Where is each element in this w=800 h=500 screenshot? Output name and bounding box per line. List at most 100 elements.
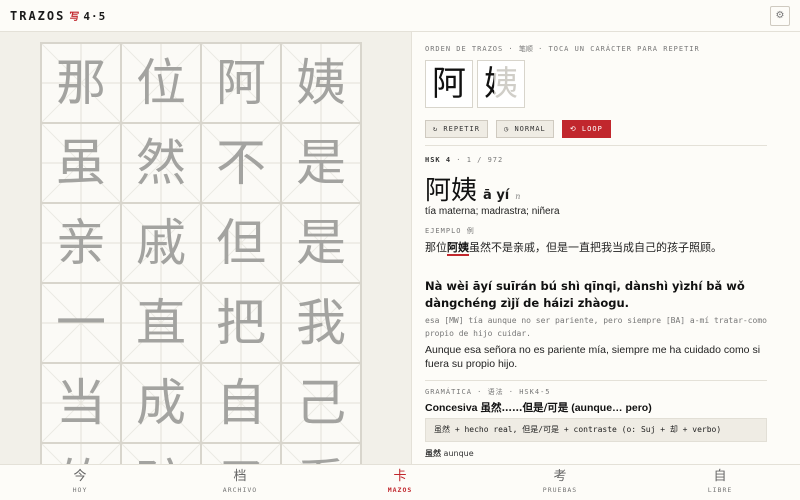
grid-character: 姨 bbox=[296, 54, 346, 112]
archive-icon: 档 bbox=[233, 469, 247, 484]
gear-icon: ⚙ bbox=[775, 10, 785, 21]
example-zh-after: 虽然不是亲戚，但是一直把我当成自己的孩子照顾。 bbox=[469, 241, 722, 254]
stroke-order-header: ORDEN DE TRAZOS · 笔顺 · TOCA UN CARÁCTER … bbox=[425, 44, 700, 54]
grid-cell[interactable]: 虽 bbox=[41, 123, 121, 203]
stroke-tile-char: 阿 bbox=[432, 64, 466, 104]
example-highlight: 阿姨 bbox=[447, 241, 469, 256]
speed-normal-button[interactable]: ◷ NORMAL bbox=[496, 120, 554, 138]
example-label-zh: 例 bbox=[466, 227, 475, 235]
grid-character: 我 bbox=[296, 294, 346, 352]
today-icon: 今 bbox=[73, 469, 87, 484]
grid-cell[interactable]: 直 bbox=[121, 283, 201, 363]
part-of-speech: n bbox=[515, 192, 521, 201]
grid-cell[interactable]: 自 bbox=[201, 363, 281, 443]
grid-character: 然 bbox=[136, 134, 186, 192]
grid-character: 当 bbox=[56, 374, 106, 432]
grammar-title-paren: (aunque… pero) bbox=[571, 402, 652, 414]
decks-icon: 卡 bbox=[393, 469, 407, 484]
grid-cell[interactable]: 是 bbox=[281, 123, 361, 203]
nav-item-mazos[interactable]: 卡 MAZOS bbox=[360, 469, 440, 494]
grammar-label: GRAMÁTICA · 语法 · HSK4-5 bbox=[425, 388, 551, 396]
grid-cell[interactable]: 阿 bbox=[201, 43, 281, 123]
grid-cell[interactable]: 不 bbox=[201, 123, 281, 203]
grid-character: 把 bbox=[216, 294, 266, 352]
brand-mark: 写 bbox=[69, 12, 80, 23]
grid-cell[interactable]: 亲 bbox=[41, 203, 121, 283]
grid-character: 戚 bbox=[136, 214, 186, 272]
grid-character: 不 bbox=[216, 134, 266, 192]
settings-button[interactable]: ⚙ bbox=[770, 6, 790, 26]
hsk-level: HSK 4 bbox=[425, 156, 452, 164]
character-grid: 那 位 阿 姨 虽 然 不 是 亲 戚 但 是 一 直 把 我 当 成 自 己 … bbox=[40, 42, 362, 464]
grid-cell[interactable]: 看 bbox=[281, 443, 361, 464]
word-hanzi: 阿姨 bbox=[425, 176, 478, 206]
grid-cell[interactable]: 我 bbox=[281, 283, 361, 363]
word-detail-panel: ORDEN DE TRAZOS · 笔顺 · TOCA UN CARÁCTER … bbox=[411, 32, 800, 464]
example-pinyin: Nà wèi āyí suīrán bú shì qīnqi, dànshì y… bbox=[425, 279, 745, 310]
app-brand: TRAZOS 写 4·5 bbox=[10, 8, 106, 23]
grammar-title-es: Concesiva bbox=[425, 402, 478, 414]
grid-cell[interactable]: 成 bbox=[121, 363, 201, 443]
grid-cell[interactable]: 孩 bbox=[121, 443, 201, 464]
grid-cell[interactable]: 戚 bbox=[121, 203, 201, 283]
example-label-text: EJEMPLO bbox=[425, 227, 462, 235]
tests-icon: 考 bbox=[553, 469, 567, 484]
example-gloss: esa [MW] tía aunque no ser pariente, per… bbox=[425, 316, 767, 338]
grid-cell[interactable]: 那 bbox=[41, 43, 121, 123]
divider bbox=[425, 380, 767, 381]
grid-cell[interactable]: 的 bbox=[41, 443, 121, 464]
nav-label: LIBRE bbox=[707, 486, 733, 494]
word-meaning: tía materna; madrastra; niñera bbox=[425, 206, 560, 217]
example-zh-before: 那位 bbox=[425, 241, 447, 254]
nav-item-hoy[interactable]: 今 HOY bbox=[40, 469, 120, 494]
stroke-header-zh: 笔顺 bbox=[518, 45, 533, 53]
top-bar: TRAZOS 写 4·5 ⚙ bbox=[0, 0, 800, 32]
grammar-formula: 虽然 + hecho real, 但是/可是 + contraste (o: S… bbox=[425, 418, 767, 442]
example-sentence-zh: 那位阿姨虽然不是亲戚，但是一直把我当成自己的孩子照顾。 bbox=[425, 238, 765, 257]
grammar-title: Concesiva 虽然……但是/可是 (aunque… pero) bbox=[425, 400, 652, 415]
nav-item-libre[interactable]: 自 LIBRE bbox=[680, 469, 760, 494]
grid-cell[interactable]: 把 bbox=[201, 283, 281, 363]
example-label: EJEMPLO 例 bbox=[425, 226, 475, 236]
loop-button[interactable]: ⟲ LOOP bbox=[561, 120, 611, 138]
nav-item-pruebas[interactable]: 考 PRUEBAS bbox=[520, 469, 600, 494]
free-practice-icon: 自 bbox=[713, 469, 727, 484]
nav-label: MAZOS bbox=[387, 486, 413, 494]
divider bbox=[425, 145, 767, 146]
aunque-zh: 虽然 bbox=[425, 448, 441, 458]
stroke-tile[interactable]: 姨姨 bbox=[477, 60, 525, 108]
hsk-level-line: HSK 4 · 1 / 972 bbox=[425, 156, 503, 164]
grid-cell[interactable]: 当 bbox=[41, 363, 121, 443]
word-pinyin: ā yí bbox=[483, 188, 510, 203]
grid-character: 成 bbox=[136, 374, 186, 432]
grid-cell[interactable]: 位 bbox=[121, 43, 201, 123]
grid-character: 自 bbox=[216, 374, 266, 432]
grid-character: 虽 bbox=[56, 134, 106, 192]
stroke-header-suffix: · TOCA UN CARÁCTER PARA REPETIR bbox=[538, 45, 700, 53]
word-heading: 阿姨 ā yí n bbox=[425, 170, 520, 207]
grid-cell[interactable]: 是 bbox=[281, 203, 361, 283]
grid-cell[interactable]: 但 bbox=[201, 203, 281, 283]
grid-character: 是 bbox=[296, 134, 346, 192]
nav-item-archivo[interactable]: 档 ARCHIVO bbox=[200, 469, 280, 494]
grid-cell[interactable]: 姨 bbox=[281, 43, 361, 123]
grammar-title-zh: 虽然……但是/可是 bbox=[480, 402, 569, 414]
grid-character: 但 bbox=[216, 214, 266, 272]
repeat-button[interactable]: ↻ REPETIR bbox=[425, 120, 488, 138]
example-translation: Aunque esa señora no es pariente mía, si… bbox=[425, 344, 761, 370]
grid-character: 孩 bbox=[122, 444, 200, 464]
bottom-nav: 今 HOY 档 ARCHIVO 卡 MAZOS 考 PRUEBAS 自 LIBR… bbox=[0, 464, 800, 500]
grid-character: 的 bbox=[42, 444, 120, 464]
grid-cell[interactable]: 一 bbox=[41, 283, 121, 363]
character-grid-pane: 那 位 阿 姨 虽 然 不 是 亲 戚 但 是 一 直 把 我 当 成 自 己 … bbox=[0, 32, 411, 464]
grid-cell[interactable]: 己 bbox=[281, 363, 361, 443]
grid-character: 子 bbox=[202, 444, 280, 464]
grid-cell[interactable]: 然 bbox=[121, 123, 201, 203]
grid-cell[interactable]: 子 bbox=[201, 443, 281, 464]
stroke-header-prefix: ORDEN DE TRAZOS · bbox=[425, 45, 514, 53]
stroke-tile[interactable]: 阿 bbox=[425, 60, 473, 108]
aunque-es: aunque bbox=[443, 449, 474, 458]
nav-label: HOY bbox=[72, 486, 88, 494]
grid-character: 直 bbox=[136, 294, 186, 352]
grid-character: 一 bbox=[56, 294, 106, 352]
